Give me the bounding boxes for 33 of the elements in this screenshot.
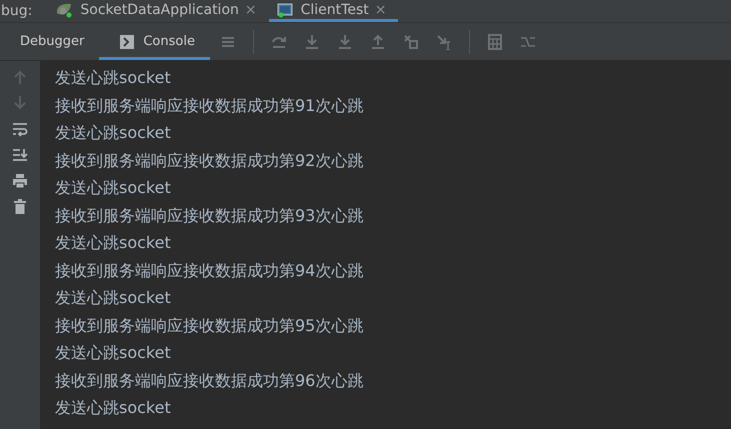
console-line: 接收到服务端响应接收数据成功第91次心跳 — [55, 94, 364, 116]
scroll-to-end-icon[interactable] — [12, 147, 28, 163]
console-line: 发送心跳socket — [55, 232, 172, 254]
up-arrow-icon[interactable] — [370, 34, 386, 50]
run-tab[interactable]: SocketDataApplication × — [46, 0, 269, 22]
tool-tab[interactable]: Debugger — [0, 23, 100, 60]
up-arrow-icon[interactable] — [12, 69, 28, 85]
tool-tab[interactable]: Console — [99, 23, 210, 60]
console-line: 发送心跳socket — [55, 177, 172, 199]
debug-label: bug: — [0, 2, 34, 21]
down-arrow-icon[interactable] — [12, 95, 28, 111]
window-icon — [276, 2, 295, 18]
console-line: 接收到服务端响应接收数据成功第93次心跳 — [55, 204, 364, 226]
print-icon[interactable] — [12, 173, 28, 189]
soft-wrap-icon[interactable] — [12, 121, 28, 137]
console-line: 发送心跳socket — [55, 67, 172, 89]
console-line: 接收到服务端响应接收数据成功第94次心跳 — [55, 260, 364, 282]
console-line: 接收到服务端响应接收数据成功第95次心跳 — [55, 314, 364, 336]
console-line: 接收到服务端响应接收数据成功第92次心跳 — [55, 150, 364, 172]
console-line: 发送心跳socket — [55, 287, 172, 309]
console-line: 发送心跳socket — [55, 397, 172, 419]
close-icon[interactable]: × — [244, 2, 257, 18]
console-line: 发送心跳socket — [55, 122, 172, 144]
console-line: 接收到服务端响应接收数据成功第96次心跳 — [55, 370, 364, 392]
calculator-icon[interactable] — [486, 34, 503, 50]
run-to-cursor-icon[interactable] — [436, 34, 452, 50]
down-arrow-icon[interactable] — [336, 34, 353, 50]
trash-icon[interactable] — [12, 199, 28, 215]
close-icon[interactable]: × — [374, 2, 386, 18]
drop-frame-icon[interactable] — [402, 34, 419, 50]
console-line: 发送心跳socket — [55, 342, 172, 364]
terminal-icon — [119, 34, 136, 50]
down-arrow-icon[interactable] — [304, 34, 320, 50]
